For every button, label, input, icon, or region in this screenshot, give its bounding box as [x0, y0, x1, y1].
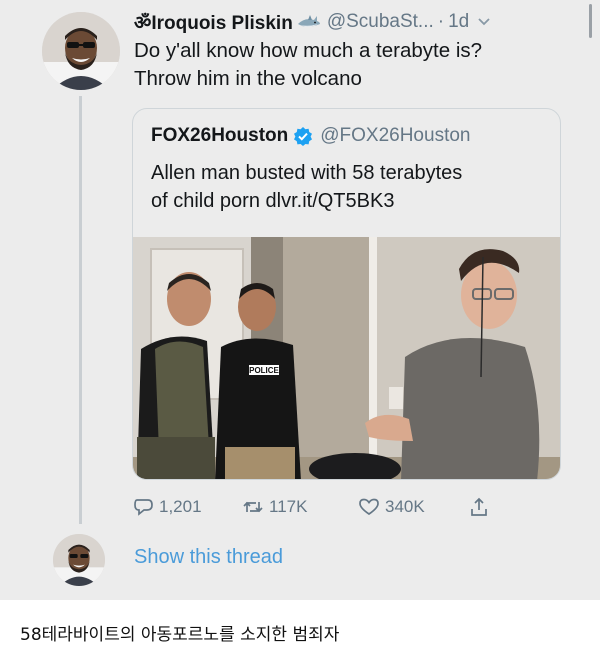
author-handle[interactable]: @ScubaSt...: [327, 11, 434, 33]
tweet-text-line: Do y'all know how much a terabyte is?: [134, 39, 483, 62]
shark-emoji-icon: [297, 14, 321, 30]
heart-icon: [359, 498, 379, 516]
quoted-text-line: of child porn dlvr.it/QT5BK3: [151, 190, 395, 212]
verified-badge-icon: [293, 126, 313, 146]
tweet-text: Do y'all know how much a terabyte is? Th…: [134, 37, 574, 93]
tweet-header: ॐIroquois Pliskin @ScubaSt... · 1d: [134, 8, 580, 36]
quoted-tweet-header: FOX26Houston @FOX26Houston: [151, 125, 470, 147]
like-count: 340K: [385, 497, 425, 516]
tweet-actions: 1,201 117K 340K: [132, 494, 512, 524]
quoted-tweet-photo[interactable]: POLICE: [133, 237, 560, 479]
thread-line: [79, 96, 82, 524]
reply-icon: [134, 499, 153, 516]
scrollbar[interactable]: [589, 4, 592, 38]
reply-button[interactable]: 1,201: [132, 496, 202, 518]
caption-text: 58테라바이트의 아동포르노를 소지한 범죄자: [20, 625, 340, 645]
quoted-text-line: Allen man busted with 58 terabytes: [151, 162, 463, 184]
quoted-author-handle: @FOX26Houston: [320, 125, 471, 146]
author-name[interactable]: ॐIroquois Pliskin: [134, 9, 293, 35]
tweet-text-line: Throw him in the volcano: [134, 67, 362, 90]
chevron-down-icon[interactable]: [477, 17, 491, 27]
quoted-tweet-text: Allen man busted with 58 terabytes of ch…: [151, 159, 551, 215]
retweet-count: 117K: [269, 497, 308, 516]
tweet-card: ॐIroquois Pliskin @ScubaSt... · 1d Do y'…: [0, 0, 600, 600]
share-button[interactable]: [468, 496, 495, 518]
retweet-icon: [243, 501, 263, 513]
tweet-timestamp[interactable]: 1d: [448, 11, 469, 33]
thread-avatar[interactable]: [53, 534, 105, 586]
quoted-author-name: FOX26Houston: [151, 125, 289, 146]
quoted-tweet[interactable]: FOX26Houston @FOX26Houston Allen man bus…: [132, 108, 561, 480]
author-avatar[interactable]: [42, 12, 120, 90]
show-thread-link[interactable]: Show this thread: [134, 546, 283, 569]
reply-count: 1,201: [159, 497, 202, 516]
retweet-button[interactable]: 117K: [242, 496, 307, 518]
share-icon: [471, 497, 487, 516]
separator-dot: ·: [437, 11, 445, 32]
police-vest-label: POLICE: [249, 366, 279, 375]
like-button[interactable]: 340K: [358, 496, 425, 518]
